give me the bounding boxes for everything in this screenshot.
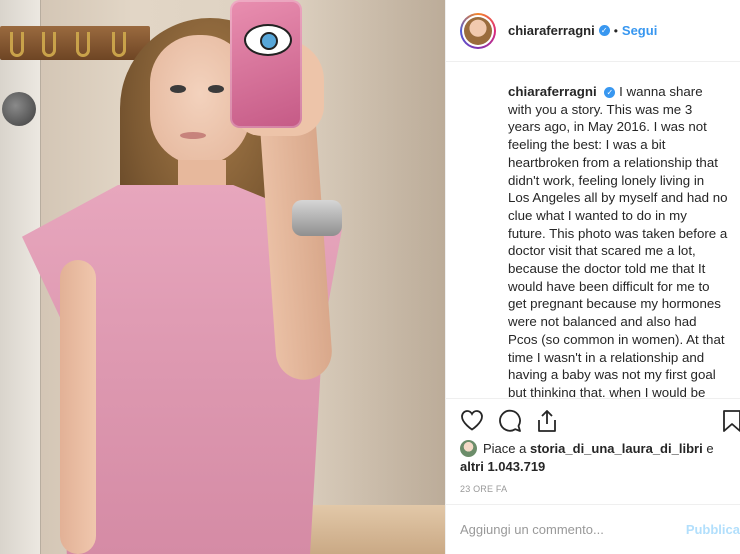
caption-text: I wanna share with you a story. This was… [508,84,728,397]
phone-case-eye-pupil [260,32,278,50]
liker-username-link[interactable]: storia_di_una_laura_di_libri [530,441,703,456]
coat-hook [42,32,56,57]
door-frame [0,0,41,554]
coat-hook [112,32,126,57]
wristwatch [292,200,342,236]
exam-bench [290,505,445,554]
coat-hook [76,32,90,57]
verified-badge-icon: ✓ [598,25,610,36]
avatar[interactable] [460,12,496,49]
lips [180,132,206,139]
phone-case-eye-logo [244,24,292,56]
likes-prefix: Piace a [483,441,527,456]
likes-conjunction: e [706,441,714,456]
caption-scroll-area[interactable]: chiaraferragni ✓ I wanna share with you … [446,63,740,397]
separator-dot: • [613,23,618,38]
comment-icon[interactable] [498,409,522,433]
likes-summary: Piace a storia_di_una_laura_di_libri e a… [460,440,736,476]
post-header: chiaraferragni ✓ • Segui [446,0,740,62]
pink-glitter-phone [230,0,302,128]
coat-hook [10,32,24,57]
comment-bar: Pubblica [446,504,740,554]
action-bar [446,398,740,438]
bookmark-icon[interactable] [722,409,740,433]
left-arm [60,260,96,554]
caption: chiaraferragni ✓ I wanna share with you … [508,83,728,397]
share-icon[interactable] [536,409,558,433]
follow-button[interactable]: Segui [622,23,657,38]
likes-count-link[interactable]: altri 1.043.719 [460,459,545,474]
username-link[interactable]: chiaraferragni [508,23,595,38]
verified-badge-icon: ✓ [604,87,616,98]
heart-icon[interactable] [460,409,484,431]
avatar-image [464,16,492,45]
post-side-panel: chiaraferragni ✓ • Segui chiaraferragni … [445,0,740,554]
avatar-ring [462,14,494,47]
door-knob [2,92,36,126]
post-timestamp[interactable]: 23 ORE FA [460,484,507,494]
comment-input[interactable] [460,522,668,537]
publish-button[interactable]: Pubblica [686,522,740,537]
eye [208,85,224,93]
liker-avatar[interactable] [460,440,477,457]
post-photo[interactable] [0,0,445,554]
eye [170,85,186,93]
caption-username-link[interactable]: chiaraferragni [508,84,597,99]
